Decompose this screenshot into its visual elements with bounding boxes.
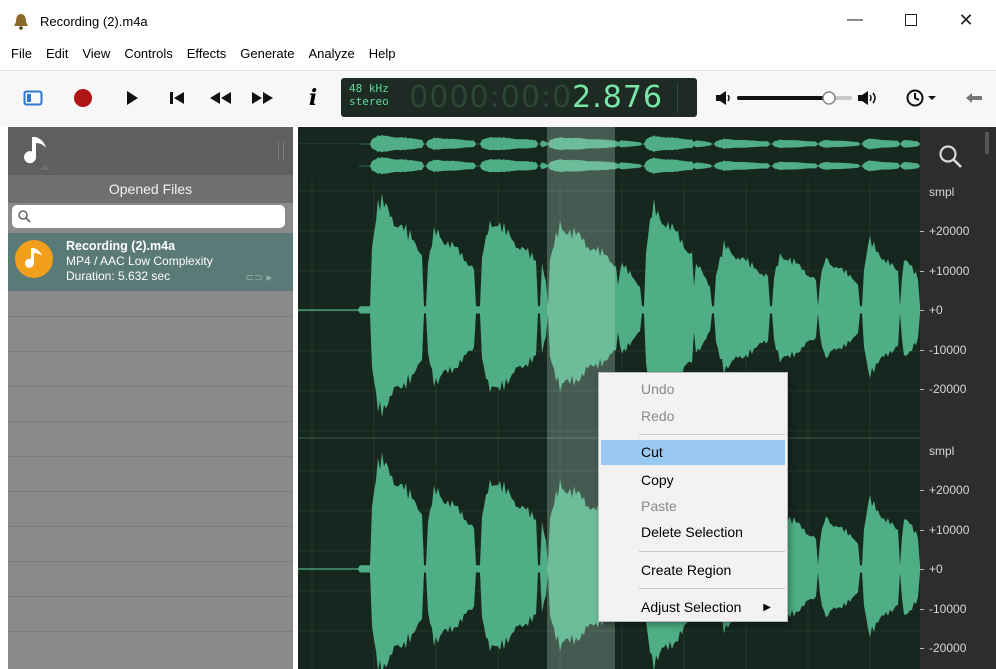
ruler-tick [920,609,924,610]
play-icon[interactable] [123,85,141,111]
ruler-tick-label: +0 [929,303,943,317]
skip-to-start-icon[interactable] [167,85,187,111]
menu-controls[interactable]: Controls [117,43,179,65]
context-menu: Undo Redo Cut Copy Paste Delete Selectio… [598,372,788,622]
menu-undo[interactable]: Undo [601,377,785,402]
ruler-scroll-handle[interactable] [985,132,989,154]
menu-separator [639,434,785,435]
ruler-tick [920,310,924,311]
fast-forward-icon[interactable] [250,85,276,111]
sidebar-toggle-icon[interactable] [22,85,44,111]
clock-icon[interactable] [905,85,939,111]
list-divider [8,456,293,457]
ruler-tick-label: -20000 [929,641,967,655]
time-value: 2.876 [572,80,663,115]
ruler-tick-label: +0 [929,562,943,576]
ruler-tick-label: +20000 [929,483,970,497]
ruler-tick-label: -10000 [929,602,967,616]
menu-generate[interactable]: Generate [233,43,301,65]
music-note-icon[interactable] [18,134,50,170]
app-bell-icon [14,14,28,30]
ruler-tick [920,530,924,531]
back-arrow-icon[interactable] [964,85,984,111]
list-divider [8,421,293,422]
list-divider [8,351,293,352]
submenu-arrow-icon: ▶ [763,602,771,613]
list-divider [8,596,293,597]
menu-view[interactable]: View [75,43,117,65]
ruler-unit: smpl [929,185,955,199]
ruler-tick [920,569,924,570]
menu-redo[interactable]: Redo [601,404,785,429]
ruler-tick-label: -20000 [929,382,967,396]
close-icon[interactable]: ✕ [956,10,976,30]
file-list-item[interactable]: Recording (2).m4a MP4 / AAC Low Complexi… [8,233,293,291]
list-divider [8,316,293,317]
menu-separator [639,551,785,552]
maximize-icon[interactable] [901,10,921,30]
ruler-tick [920,350,924,351]
window-title: Recording (2).m4a [40,14,148,29]
list-divider [8,491,293,492]
link-icon[interactable]: ⊂⊃ ▸ [245,271,272,284]
audio-file-icon [15,240,53,278]
volume-low-icon[interactable] [714,85,734,111]
time-ghost-digits: 0000:00:0 [409,80,573,115]
time-display: 48 kHz stereo 0000:00:02.876 [341,78,697,117]
opened-files-title: Opened Files [8,175,293,203]
menu-bar: File Edit View Controls Effects Generate… [0,43,402,65]
ruler-tick-label: +10000 [929,523,970,537]
ruler-tick-label: +20000 [929,224,970,238]
ruler-unit: smpl [929,444,955,458]
menu-create-region[interactable]: Create Region [601,558,785,583]
menu-file[interactable]: File [0,43,39,65]
ruler-tick-label: -10000 [929,343,967,357]
volume-slider[interactable] [737,85,852,111]
zoom-icon[interactable] [938,144,964,170]
file-duration: Duration: 5.632 sec [66,269,171,283]
list-divider [8,526,293,527]
minimize-icon[interactable]: — [845,10,865,30]
menu-adjust-selection[interactable]: Adjust Selection ▶ [601,595,785,620]
title-bar: Recording (2).m4a — ✕ [0,0,996,42]
menu-paste[interactable]: Paste [601,494,785,519]
file-search-input[interactable] [12,205,285,228]
ruler-tick [920,389,924,390]
menu-analyze[interactable]: Analyze [301,43,361,65]
sample-rate-label: 48 kHz stereo [349,82,389,108]
menu-copy[interactable]: Copy [601,468,785,493]
menu-adjust-selection-label: Adjust Selection [641,599,742,615]
search-icon [18,210,31,223]
ruler-tick-label: +10000 [929,264,970,278]
ruler-tick [920,648,924,649]
list-divider [8,386,293,387]
menu-effects[interactable]: Effects [180,43,234,65]
menu-cut[interactable]: Cut [601,440,785,465]
file-name: Recording (2).m4a [66,239,176,253]
rewind-icon[interactable] [207,85,233,111]
menu-separator [639,588,785,589]
ruler-tick [920,490,924,491]
amplitude-ruler [920,127,996,669]
list-divider [8,631,293,632]
files-sidebar: Opened Files Recording (2).m4a MP4 / AAC… [8,127,293,669]
menu-help[interactable]: Help [362,43,403,65]
time-readout: 0000:00:02.876 [409,78,663,117]
sidebar-header [8,127,293,175]
list-divider [8,561,293,562]
sidebar-resize-grip[interactable] [278,141,284,161]
ruler-tick [920,231,924,232]
volume-high-icon[interactable] [856,85,880,111]
menu-edit[interactable]: Edit [39,43,75,65]
display-mode-toggle[interactable] [677,82,691,113]
menu-delete-selection[interactable]: Delete Selection [601,520,785,545]
info-icon[interactable]: i [305,85,321,111]
file-format: MP4 / AAC Low Complexity [66,254,213,268]
record-icon[interactable] [72,85,94,111]
ruler-tick [920,271,924,272]
